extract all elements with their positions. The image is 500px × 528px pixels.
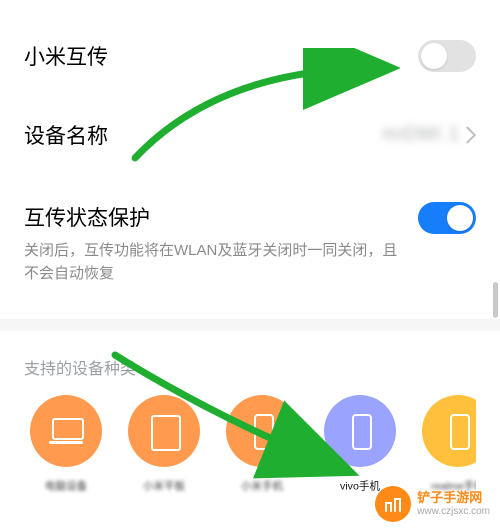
device-circle: mi <box>30 395 102 467</box>
device-name-value: miDMI 1 <box>382 124 460 146</box>
row-device-name[interactable]: 设备名称 miDMI 1 <box>24 96 476 174</box>
device-circle: realme <box>422 395 476 467</box>
protect-label: 互传状态保护 <box>24 202 400 232</box>
chevron-right-icon <box>466 126 476 144</box>
device-label: 小米平板 <box>127 478 201 493</box>
tablet-icon <box>145 412 183 450</box>
phone-icon <box>341 412 379 450</box>
row-protect: 互传状态保护 关闭后，互传功能将在WLAN及蓝牙关闭时一同关闭，且不会自动恢复 <box>24 174 476 309</box>
protect-desc: 关闭后，互传功能将在WLAN及蓝牙关闭时一同关闭，且不会自动恢复 <box>24 240 400 285</box>
device-label: 电脑设备 <box>29 478 103 493</box>
device-circle: vivo <box>324 395 396 467</box>
mi-share-label: 小米互传 <box>24 41 108 71</box>
device-item-mi[interactable]: mi 小米手机 <box>220 395 304 494</box>
toggle-knob <box>447 205 473 231</box>
watermark: 铲子手游网 www.czjsxc.com <box>375 486 490 522</box>
laptop-icon <box>47 412 85 450</box>
row-mi-share: 小米互传 <box>24 24 476 96</box>
device-item-mi[interactable]: mi 电脑设备 <box>24 395 108 494</box>
device-item-vivo[interactable]: vivovivo手机 <box>318 395 402 494</box>
phone-icon <box>439 412 476 450</box>
scrollbar[interactable] <box>493 282 498 318</box>
device-item-mi[interactable]: mi 小米平板 <box>122 395 206 494</box>
protect-toggle[interactable] <box>418 202 476 234</box>
toggle-knob <box>421 43 447 69</box>
watermark-logo-icon <box>375 486 411 522</box>
device-circle: mi <box>128 395 200 467</box>
mi-share-toggle[interactable] <box>418 40 476 72</box>
watermark-url: www.czjsxc.com <box>417 506 490 518</box>
watermark-title: 铲子手游网 <box>417 491 490 506</box>
device-label: 小米手机 <box>225 478 299 493</box>
device-circle: mi <box>226 395 298 467</box>
supported-devices-title: 支持的设备种类 <box>24 331 476 385</box>
supported-devices-list: mi电脑设备mi小米平板mi小米手机vivovivo手机realmerealme… <box>24 385 476 494</box>
device-name-label: 设备名称 <box>24 120 108 150</box>
section-divider <box>0 319 500 331</box>
phone-icon <box>243 412 281 450</box>
device-item-realme[interactable]: realmerealme手机 <box>416 395 476 494</box>
